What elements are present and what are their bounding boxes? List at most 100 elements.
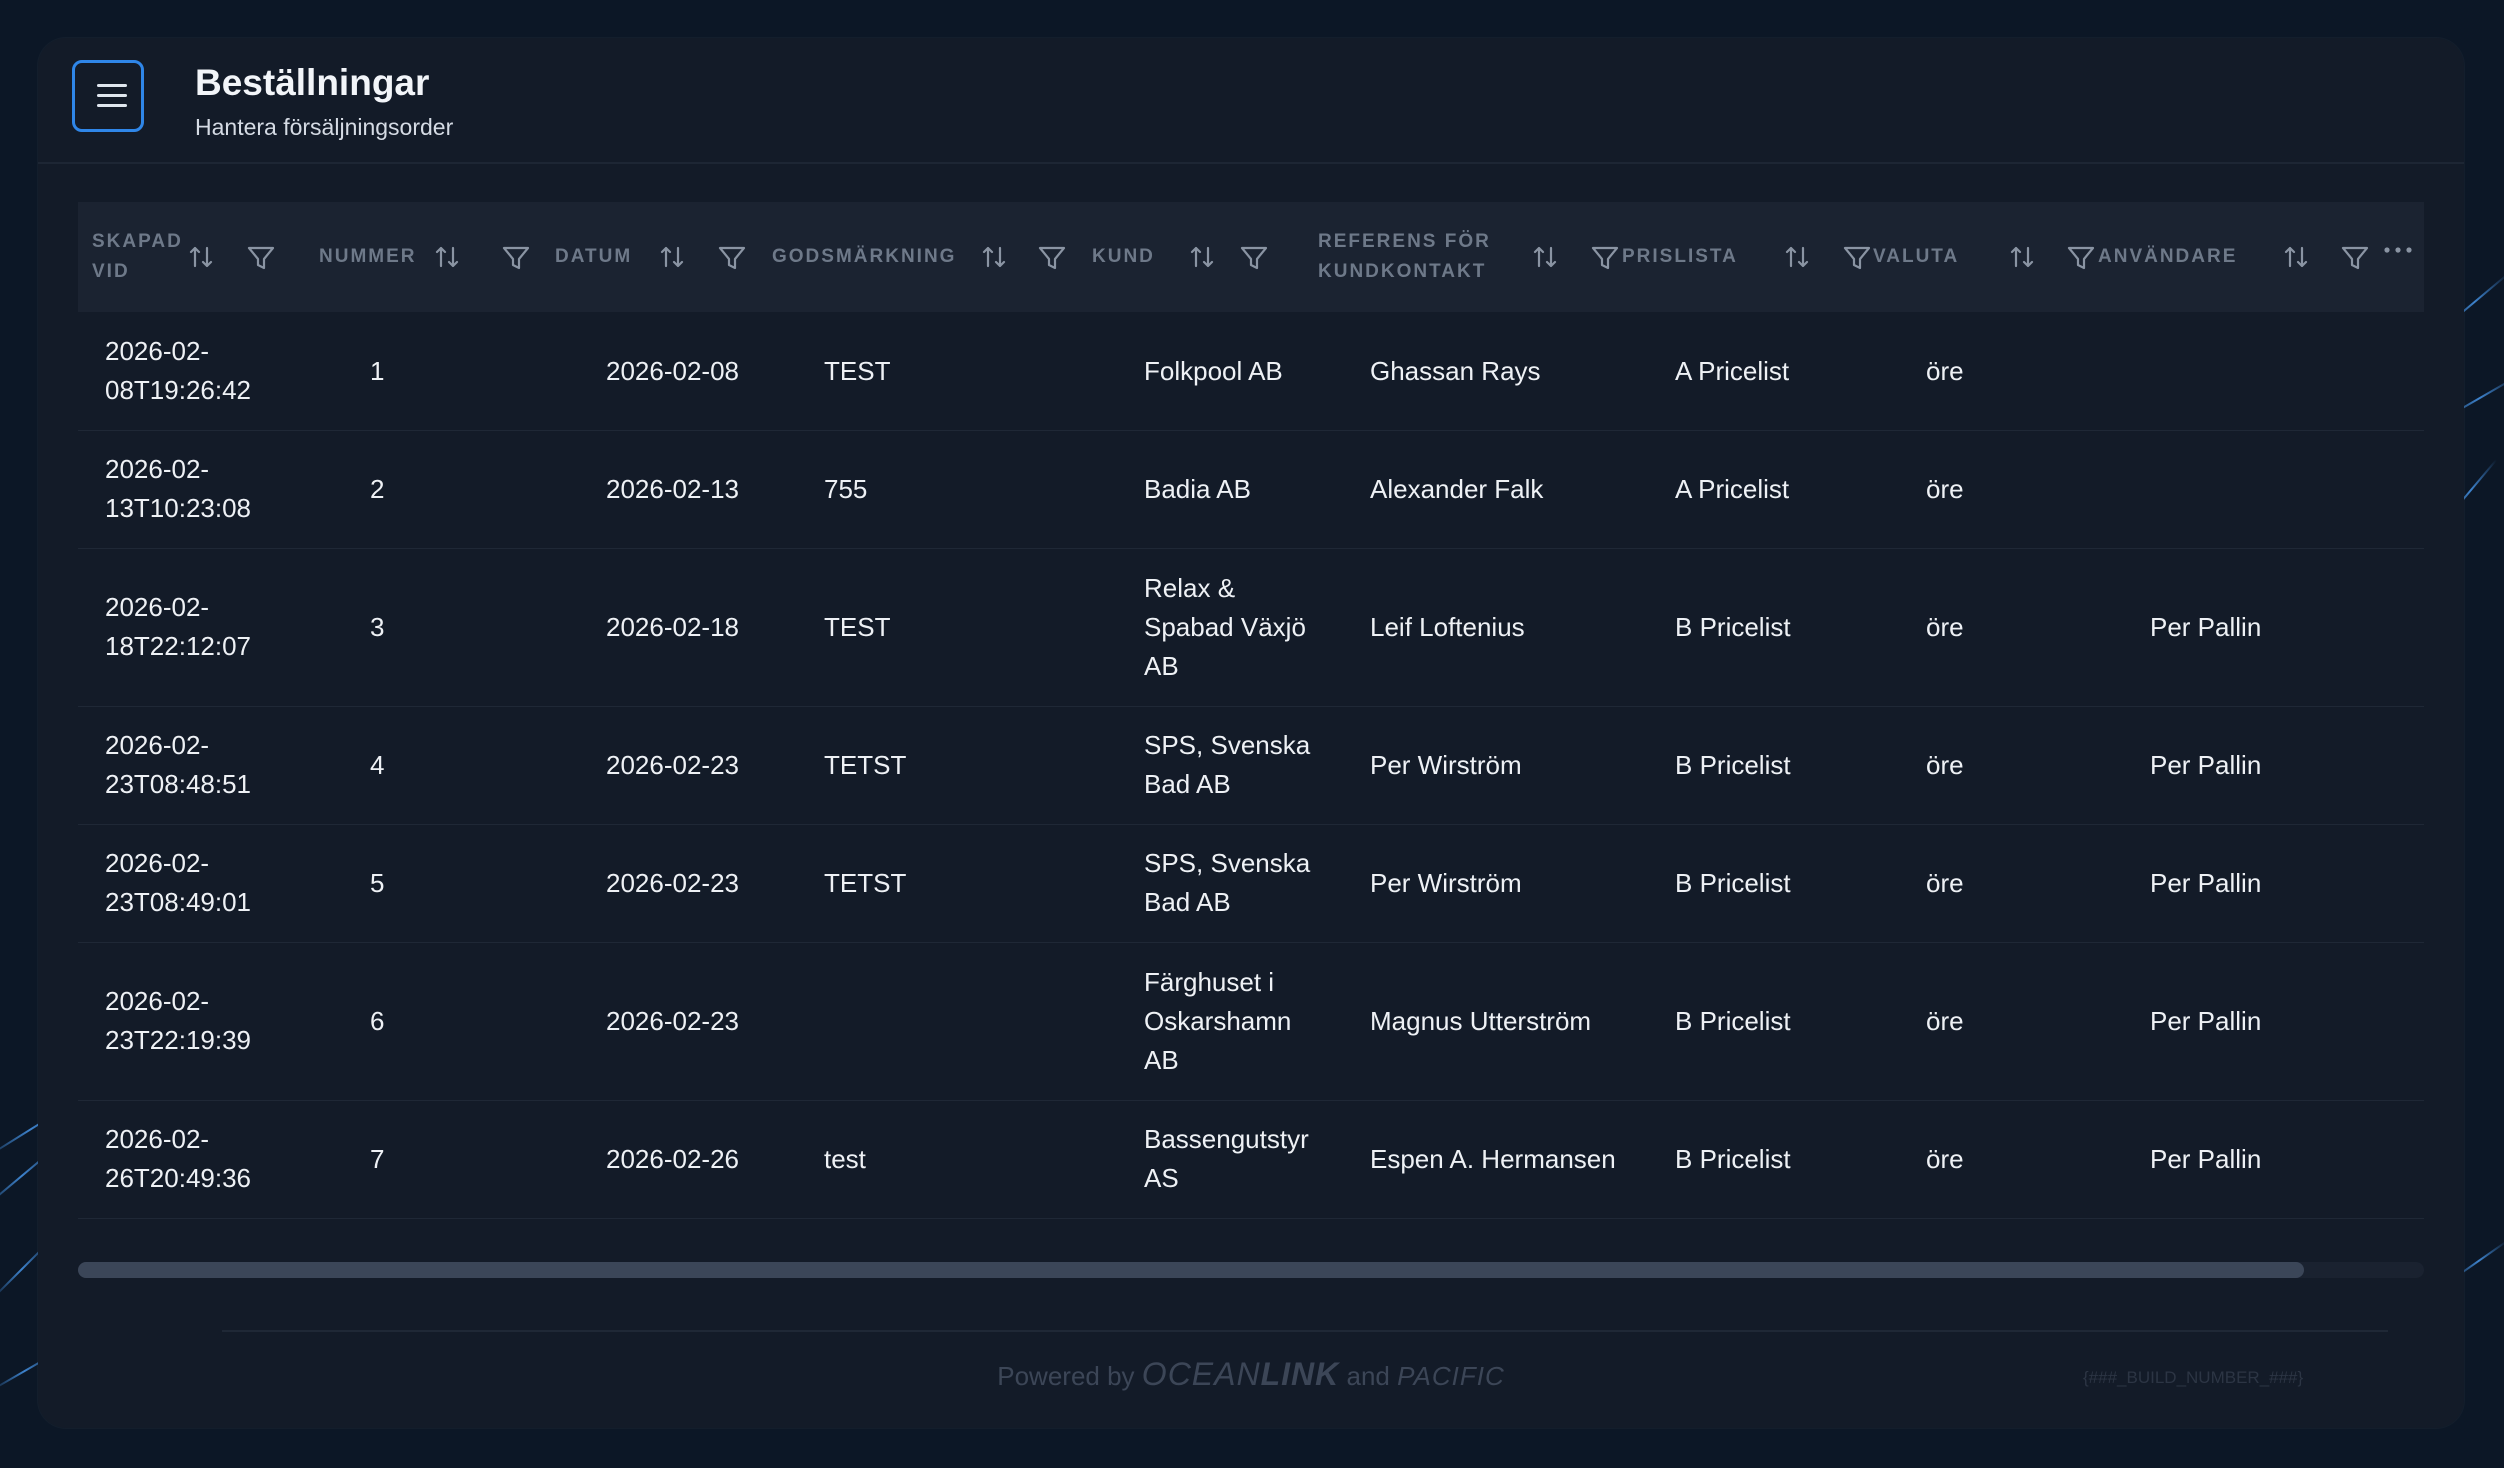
- more-options-icon[interactable]: [2383, 245, 2413, 255]
- filter-funnel-icon[interactable]: [501, 244, 531, 272]
- column-header-referens[interactable]: REFERENS FÖR KUNDKONTAKT: [1318, 202, 1491, 312]
- table-row[interactable]: 2026-02- 08T19:26:42 1 2026-02-08 TEST Folkpo…: [78, 312, 2424, 431]
- cell-text: Per Pallin: [2150, 611, 2262, 642]
- sort-arrows-icon[interactable]: [434, 244, 460, 270]
- cell-referens: Per Wirström: [1370, 824, 1522, 942]
- cell-nummer: 4: [370, 706, 384, 824]
- cell-referens: Alexander Falk: [1370, 430, 1543, 548]
- cell-text: Per Pallin: [2150, 749, 2262, 780]
- sort-arrows-icon[interactable]: [188, 244, 214, 270]
- cell-prislista: A Pricelist: [1675, 312, 1789, 430]
- cell-text: 2026-02-08: [606, 355, 739, 386]
- table-header-row: SKAPAD VID NUMMER DATUM GODSMÄRKNING KUND REFE…: [78, 202, 2424, 312]
- filter-funnel-icon[interactable]: [717, 244, 747, 272]
- cell-nummer: 2: [370, 430, 384, 548]
- orders-card: Beställningar Hantera försäljningsorder …: [38, 38, 2464, 1428]
- cell-skapad_vid: 2026-02- 23T08:49:01: [105, 824, 251, 942]
- cell-text: 2026-02-: [105, 592, 210, 622]
- cell-valuta: öre: [1926, 942, 1964, 1100]
- sort-arrows-icon[interactable]: [2283, 244, 2309, 270]
- filter-funnel-icon[interactable]: [246, 244, 276, 272]
- cell-text: 2026-02-: [105, 336, 210, 366]
- cell-prislista: A Pricelist: [1675, 430, 1789, 548]
- cell-anvandare: Per Pallin: [2150, 824, 2261, 942]
- column-header-label: NUMMER: [319, 246, 417, 267]
- filter-funnel-icon[interactable]: [1239, 244, 1269, 272]
- column-header-label: SKAPAD: [92, 231, 183, 252]
- filter-funnel-icon[interactable]: [1037, 244, 1067, 272]
- cell-text: 2026-02-23: [606, 749, 739, 780]
- cell-anvandare: Per Pallin: [2150, 706, 2261, 824]
- cell-text: Per Pallin: [2150, 867, 2262, 898]
- column-header-label: ANVÄNDARE: [2098, 246, 2238, 267]
- cell-text: B Pricelist: [1675, 749, 1791, 780]
- filter-funnel-icon[interactable]: [1590, 244, 1620, 272]
- cell-text: Badia AB: [1144, 473, 1251, 504]
- horizontal-scrollbar-thumb[interactable]: [78, 1262, 2304, 1278]
- cell-text: Bad AB: [1144, 887, 1231, 917]
- table-row[interactable]: 2026-02- 23T08:48:51 4 2026-02-23 TETST SPS, …: [78, 706, 2424, 825]
- sort-arrows-icon[interactable]: [1784, 244, 1810, 270]
- cell-godsmarkning: TETST: [824, 706, 906, 824]
- hamburger-menu-button[interactable]: [72, 60, 144, 132]
- cell-text: 2026-02-26: [606, 1143, 739, 1174]
- cell-skapad_vid: 2026-02- 23T22:19:39: [105, 942, 251, 1100]
- table-row[interactable]: 2026-02- 23T08:49:01 5 2026-02-23 TETST SPS, …: [78, 824, 2424, 943]
- page-subtitle: Hantera försäljningsorder: [195, 114, 454, 140]
- cell-text: 13T10:23:08: [105, 493, 252, 523]
- cell-anvandare: Per Pallin: [2150, 942, 2261, 1100]
- cell-datum: 2026-02-18: [606, 548, 739, 706]
- sort-arrows-icon[interactable]: [659, 244, 685, 270]
- cell-datum: 2026-02-13: [606, 430, 739, 548]
- column-header-godsmarkning[interactable]: GODSMÄRKNING: [772, 202, 956, 312]
- cell-text: 2026-02-: [105, 1124, 210, 1154]
- sort-arrows-icon[interactable]: [2009, 244, 2035, 270]
- column-header-skapad_vid[interactable]: SKAPAD VID: [92, 202, 183, 312]
- table-row[interactable]: 2026-02- 13T10:23:08 2 2026-02-13 755 Badia A…: [78, 430, 2424, 549]
- orders-table: SKAPAD VID NUMMER DATUM GODSMÄRKNING KUND REFE…: [78, 202, 2424, 1280]
- cell-text: 2026-02-23: [606, 867, 739, 898]
- column-header-label: VALUTA: [1873, 246, 1960, 267]
- sort-arrows-icon[interactable]: [1189, 244, 1215, 270]
- column-header-prislista[interactable]: PRISLISTA: [1622, 202, 1738, 312]
- cell-valuta: öre: [1926, 824, 1964, 942]
- cell-nummer: 7: [370, 1100, 384, 1218]
- oceanlink-logo-light: OCEAN: [1141, 1356, 1261, 1392]
- cell-text: TEST: [824, 355, 891, 386]
- cell-valuta: öre: [1926, 312, 1964, 430]
- sort-arrows-icon[interactable]: [981, 244, 1007, 270]
- cell-godsmarkning: 755: [824, 430, 867, 548]
- cell-skapad_vid: 2026-02- 26T20:49:36: [105, 1100, 251, 1218]
- table-row[interactable]: 2026-02- 26T20:49:36 7 2026-02-26 test Bassen…: [78, 1100, 2424, 1219]
- cell-text: Espen A. Hermansen: [1370, 1143, 1616, 1174]
- sort-arrows-icon[interactable]: [1532, 244, 1558, 270]
- horizontal-scrollbar[interactable]: [78, 1262, 2424, 1278]
- column-header-datum[interactable]: DATUM: [555, 202, 632, 312]
- cell-nummer: 3: [370, 548, 384, 706]
- cell-text: B Pricelist: [1675, 867, 1791, 898]
- filter-funnel-icon[interactable]: [1842, 244, 1872, 272]
- cell-text: Per Wirström: [1370, 867, 1522, 898]
- column-header-anvandare[interactable]: ANVÄNDARE: [2098, 202, 2237, 312]
- table-row[interactable]: 2026-02- 23T22:19:39 6 2026-02-23 Färghuset …: [78, 942, 2424, 1101]
- cell-datum: 2026-02-26: [606, 1100, 739, 1218]
- column-header-label: PRISLISTA: [1622, 246, 1738, 267]
- cell-text: 7: [370, 1143, 385, 1174]
- cell-anvandare: Per Pallin: [2150, 548, 2261, 706]
- column-header-valuta[interactable]: VALUTA: [1873, 202, 1959, 312]
- cell-text: Ghassan Rays: [1370, 355, 1541, 386]
- cell-text: öre: [1926, 867, 1964, 898]
- cell-text: 6: [370, 1005, 385, 1036]
- cell-text: 23T08:48:51: [105, 769, 252, 799]
- cell-referens: Leif Loftenius: [1370, 548, 1525, 706]
- table-row[interactable]: 2026-02- 18T22:12:07 3 2026-02-18 TEST Relax …: [78, 548, 2424, 707]
- page-header: Beställningar Hantera försäljningsorder: [38, 38, 2464, 164]
- cell-referens: Per Wirström: [1370, 706, 1522, 824]
- column-header-nummer[interactable]: NUMMER: [319, 202, 417, 312]
- cell-text: B Pricelist: [1675, 1143, 1791, 1174]
- filter-funnel-icon[interactable]: [2066, 244, 2096, 272]
- cell-skapad_vid: 2026-02- 18T22:12:07: [105, 548, 251, 706]
- filter-funnel-icon[interactable]: [2340, 244, 2370, 272]
- column-header-kund[interactable]: KUND: [1092, 202, 1155, 312]
- cell-kund: Folkpool AB: [1144, 312, 1283, 430]
